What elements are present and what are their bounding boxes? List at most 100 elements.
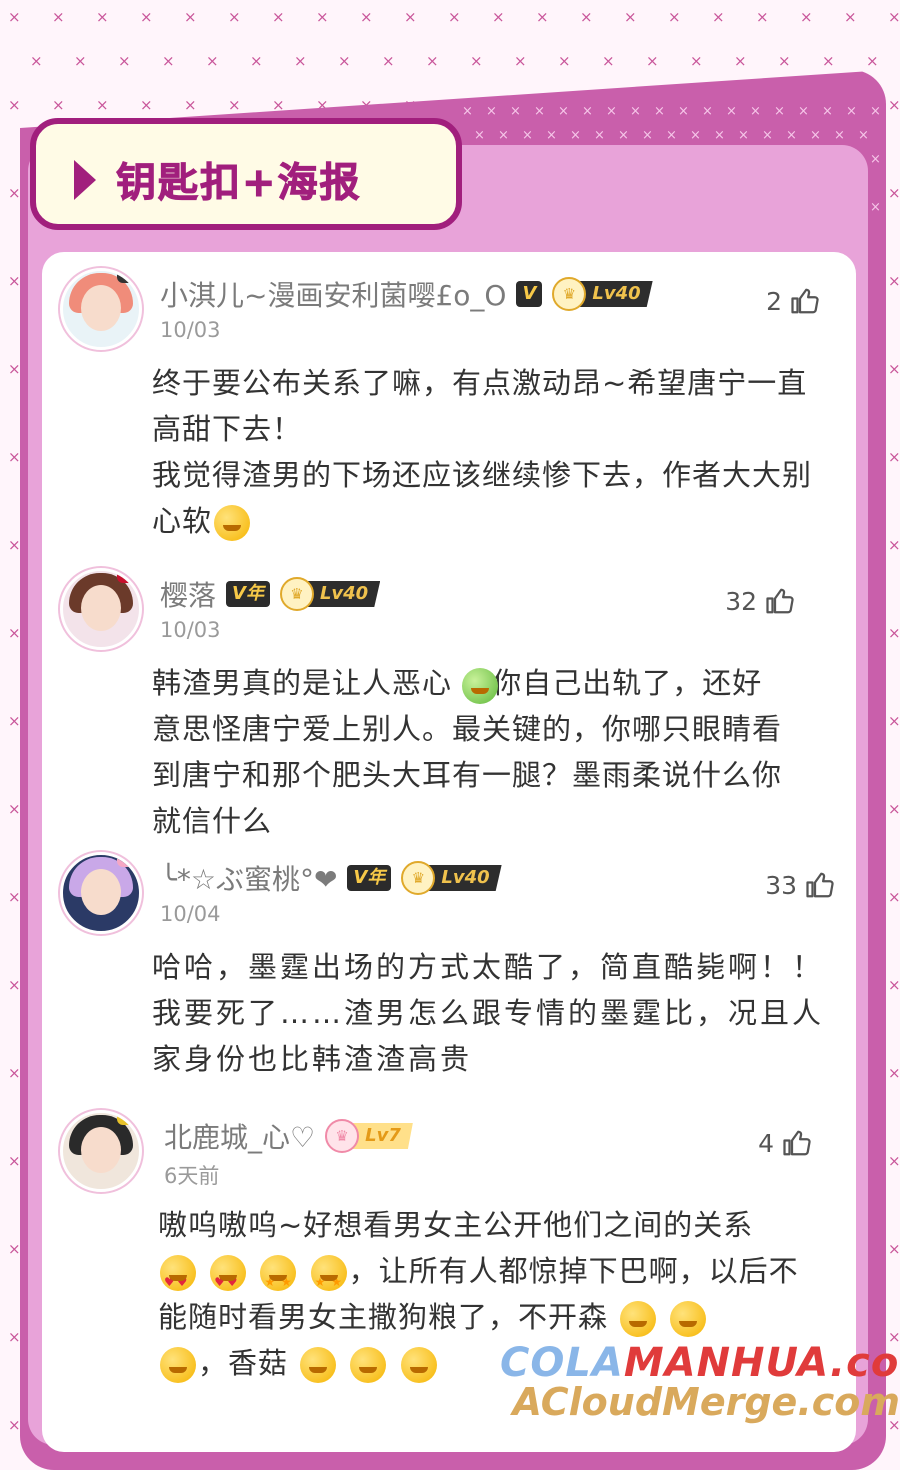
pattern-cross-icon: × [888,624,900,642]
pattern-cross-icon: × [360,8,373,26]
tired-emoji-icon [350,1347,387,1383]
pattern-cross-icon: × [888,1240,900,1258]
section-title: 钥匙扣+海报 [116,160,362,207]
level-badge: ♛ Lv40 [401,861,502,895]
pattern-cross-icon: × [498,128,509,143]
section-title-tab: 钥匙扣+海报 [30,118,462,230]
pattern-cross-icon: × [888,360,900,378]
like-button[interactable]: 2 [766,286,820,316]
pattern-cross-icon: × [474,128,485,143]
user-row: 北鹿城_心♡ ♛ Lv7 [164,1116,413,1156]
comment-item: 小淇儿~漫画安利菌嘤£o_O V ♛ Lv40 10/03 2 终于要公布关系了… [60,268,840,558]
pattern-cross-icon: × [666,128,677,143]
pattern-cross-icon: × [888,1064,900,1082]
pattern-cross-icon: × [8,1328,21,1346]
pattern-cross-icon: × [140,96,153,114]
pattern-cross-icon: × [8,888,21,906]
pattern-cross-icon: × [646,52,659,70]
pattern-cross-icon: × [888,888,900,906]
comment-item: ╰*☆ぶ蜜桃°❤ V年 ♛ Lv40 10/04 33 哈哈，墨霆出场的方式太酷… [60,852,840,1092]
avatar[interactable] [60,852,142,934]
pattern-cross-icon: × [8,448,21,466]
username[interactable]: 小淇儿~漫画安利菌嘤£o_O [160,274,506,314]
avatar[interactable] [60,268,142,350]
like-button[interactable]: 33 [765,870,835,900]
pattern-cross-icon: × [714,128,725,143]
user-row: 小淇儿~漫画安利菌嘤£o_O V ♛ Lv40 [160,274,653,314]
pattern-cross-icon: × [8,272,21,290]
pattern-cross-icon: × [184,96,197,114]
like-button[interactable]: 32 [725,586,795,616]
level-badge: ♛ Lv40 [552,277,653,311]
heart-eyes-emoji-icon [160,1255,196,1305]
pattern-cross-icon: × [492,8,505,26]
pattern-cross-icon: × [630,104,641,119]
play-triangle-icon [74,160,96,200]
pattern-cross-icon: × [8,184,21,202]
pattern-cross-icon: × [206,52,219,70]
pattern-cross-icon: × [580,8,593,26]
comment-date: 10/04 [160,902,221,926]
pattern-cross-icon: × [888,272,900,290]
pattern-cross-icon: × [272,8,285,26]
pattern-cross-icon: × [52,8,65,26]
avatar[interactable] [60,568,142,650]
pattern-cross-icon: × [654,104,665,119]
like-count: 32 [725,586,757,616]
pattern-cross-icon: × [778,52,791,70]
pattern-cross-icon: × [678,104,689,119]
like-button[interactable]: 4 [758,1128,812,1158]
pattern-cross-icon: × [888,96,900,114]
pattern-cross-icon: × [822,52,835,70]
username[interactable]: ╰*☆ぶ蜜桃°❤ [160,858,337,898]
like-count: 4 [758,1128,774,1158]
pattern-cross-icon: × [470,52,483,70]
pattern-cross-icon: × [642,128,653,143]
username[interactable]: 北鹿城_心♡ [164,1116,315,1156]
pattern-cross-icon: × [8,1064,21,1082]
pattern-cross-icon: × [546,128,557,143]
thumb-up-icon [806,872,834,898]
pattern-cross-icon: × [8,360,21,378]
vip-badge: V年 [226,581,270,607]
pattern-cross-icon: × [426,52,439,70]
pattern-cross-icon: × [800,8,813,26]
pattern-cross-icon: × [404,8,417,26]
comment-text-body: 哈哈，墨霆出场的方式太酷了，简直酷毙啊！！我要死了……渣男怎么跟专情的墨霆比，况… [152,950,825,1076]
comment-text-part: ，香菇 [198,1346,289,1380]
comment-text: 终于要公布关系了嘛，有点激动昂~希望唐宁一直高甜下去！ 我觉得渣男的下场还应该继… [152,360,832,544]
pattern-cross-icon: × [486,104,497,119]
pattern-cross-icon: × [594,128,605,143]
pattern-cross-icon: × [514,52,527,70]
username[interactable]: 樱落 [160,574,216,614]
like-count: 33 [765,870,797,900]
pattern-cross-icon: × [8,1152,21,1170]
comment-date: 10/03 [160,318,221,342]
heart-eyes-emoji-icon [210,1255,247,1305]
comment-date: 10/03 [160,618,221,642]
pattern-cross-icon: × [534,104,545,119]
thumb-up-icon [783,1130,811,1156]
pattern-cross-icon: × [668,8,681,26]
crown-icon: ♛ [279,577,314,611]
pattern-cross-icon: × [8,96,21,114]
pattern-cross-icon: × [624,8,637,26]
relieved-emoji-icon [214,505,251,541]
avatar[interactable] [60,1110,142,1192]
vip-badge: V [516,281,543,307]
pattern-cross-icon: × [822,104,833,119]
pattern-cross-icon: × [888,8,900,26]
pattern-cross-icon: × [162,52,175,70]
pattern-cross-icon: × [294,52,307,70]
pattern-cross-icon: × [8,624,21,642]
pattern-cross-icon: × [734,52,747,70]
level-badge: ♛ Lv7 [325,1119,413,1153]
pattern-cross-icon: × [558,52,571,70]
pattern-cross-icon: × [870,200,880,215]
watermark-line-2: ACloudMerge.com [512,1380,900,1424]
vip-badge: V年 [347,865,392,891]
pattern-cross-icon: × [522,128,533,143]
pattern-cross-icon: × [846,104,857,119]
pattern-cross-icon: × [8,536,21,554]
pattern-cross-icon: × [690,52,703,70]
